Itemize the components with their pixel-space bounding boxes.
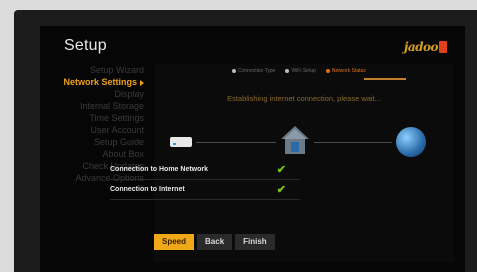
check-label: Connection to Home Network: [110, 166, 209, 173]
house-icon: [281, 126, 309, 154]
menu-item-user-account[interactable]: User Account: [40, 124, 150, 136]
menu-item-setup-guide[interactable]: Setup Guide: [40, 136, 150, 148]
finish-button[interactable]: Finish: [235, 234, 275, 250]
step-dot-icon: [285, 69, 290, 73]
link-line: [196, 142, 276, 143]
check-label: Connection to Internet: [110, 186, 185, 193]
check-row-home-network: Connection to Home Network ✔: [110, 160, 300, 180]
status-message: Establishing internet connection, please…: [227, 94, 381, 103]
connection-diagram: [168, 122, 430, 162]
brand-logo: jadoo: [404, 38, 447, 56]
step-connection-type: Connection Type: [232, 68, 275, 74]
step-wifi-setup: WiFi Setup: [285, 68, 316, 74]
back-button[interactable]: Back: [197, 234, 233, 250]
menu-item-time-settings[interactable]: Time Settings: [40, 112, 150, 124]
check-icon: ✔: [276, 164, 286, 176]
step-network-status: Network Status: [325, 68, 366, 74]
check-icon: ✔: [276, 184, 286, 196]
logo-wordmark: jadoo: [403, 40, 439, 54]
check-row-internet: Connection to Internet ✔: [110, 180, 300, 200]
menu-item-display[interactable]: Display: [40, 88, 150, 100]
menu-item-about-box[interactable]: About Box: [40, 148, 150, 160]
globe-icon: [396, 127, 426, 157]
menu-item-network-settings[interactable]: Network Settings: [40, 76, 150, 88]
menu-item-internal-storage[interactable]: Internal Storage: [40, 100, 150, 112]
tv-screen: Setup jadoo Setup Wizard Network Setting…: [40, 26, 465, 272]
active-step-underline: [364, 78, 406, 80]
step-dot-icon: [325, 69, 330, 73]
logo-mark-icon: [439, 41, 447, 53]
menu-item-setup-wizard[interactable]: Setup Wizard: [40, 64, 150, 76]
router-icon: [170, 137, 192, 147]
action-buttons: Speed Back Finish: [154, 234, 275, 250]
link-line: [314, 142, 392, 143]
speed-button[interactable]: Speed: [154, 234, 195, 250]
connection-checks: Connection to Home Network ✔ Connection …: [110, 160, 300, 200]
step-dot-icon: [232, 69, 236, 73]
wizard-steps: Connection Type WiFi Setup Network Statu…: [232, 68, 366, 74]
page-title: Setup: [64, 37, 107, 54]
